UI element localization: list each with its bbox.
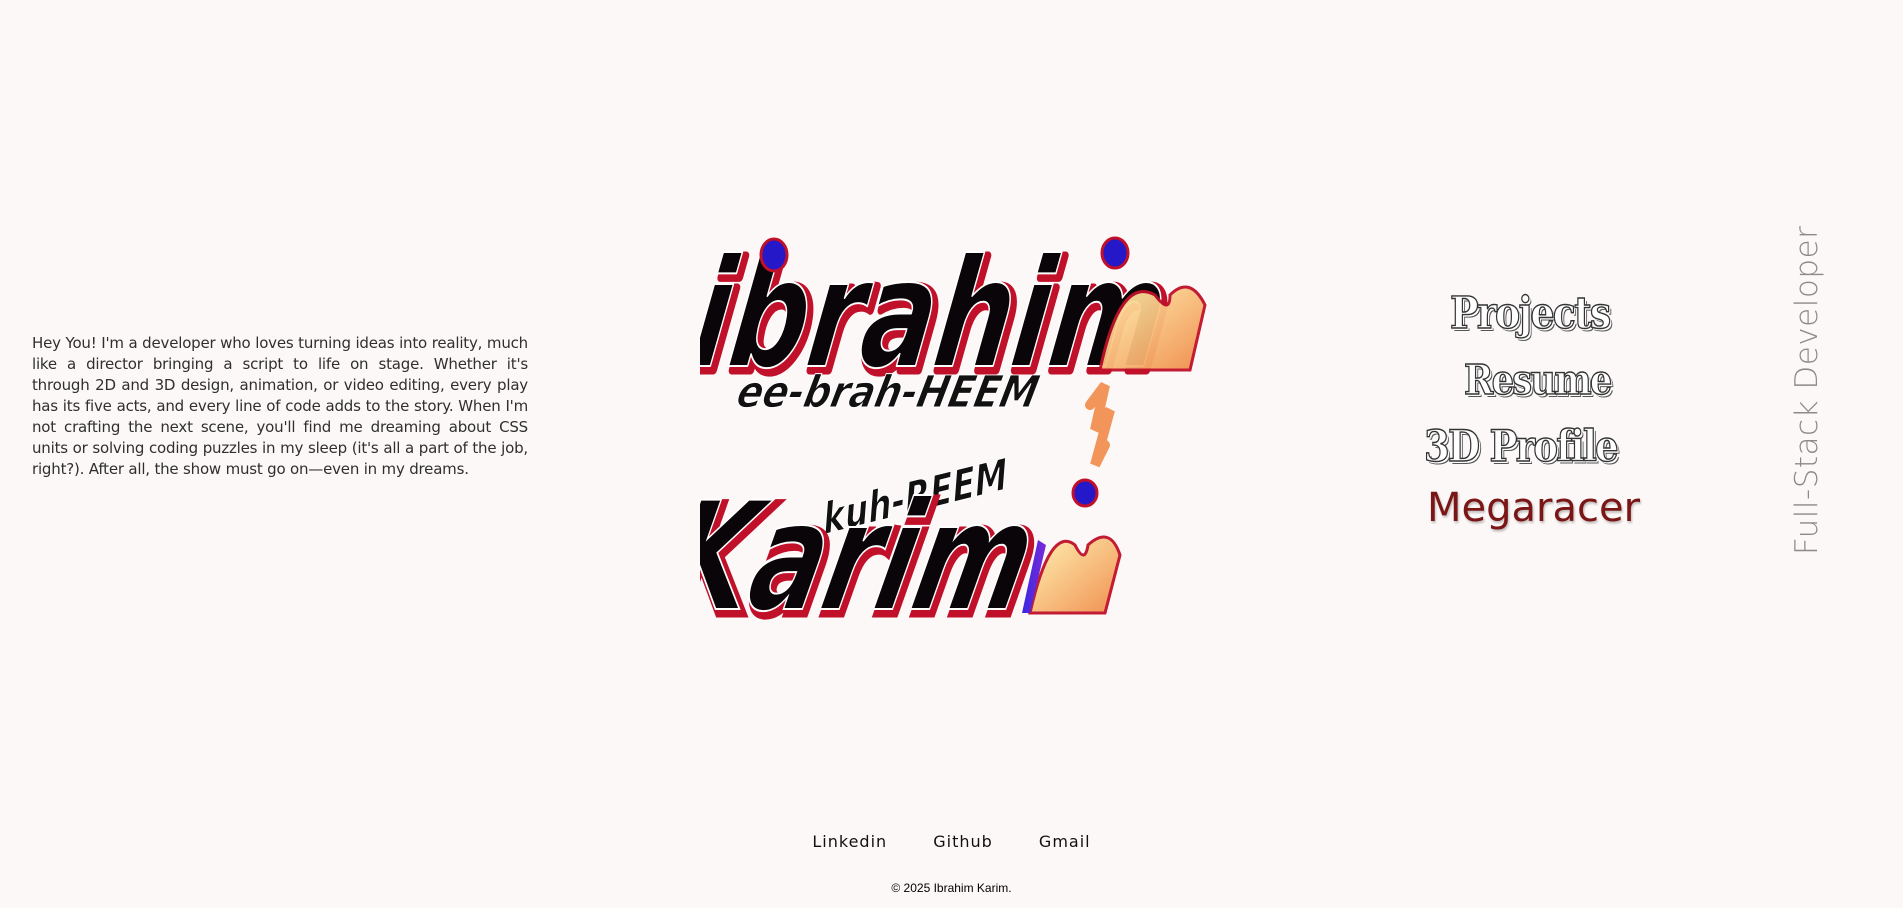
social-links: Linkedin Github Gmail — [0, 832, 1903, 851]
nav-3d-profile[interactable]: 3D Profile — [1423, 421, 1619, 472]
logo-dot-i — [759, 237, 789, 273]
nav-resume[interactable]: Resume — [1463, 355, 1613, 404]
nav-megaracer[interactable]: Megaracer — [1427, 485, 1640, 531]
logo-dot-i2 — [1100, 236, 1130, 270]
linkedin-link[interactable]: Linkedin — [812, 832, 887, 851]
copyright: © 2025 Ibrahim Karim. — [891, 881, 1012, 895]
gmail-link[interactable]: Gmail — [1039, 832, 1091, 851]
github-link[interactable]: Github — [933, 832, 993, 851]
bio-paragraph: Hey You! I'm a developer who loves turni… — [32, 334, 528, 478]
logo-m-flourish — [1085, 382, 1115, 468]
nav-projects[interactable]: Projects — [1449, 287, 1611, 339]
logo-dot-period — [1071, 478, 1099, 508]
logo-first-pronunciation: ee-brah-HEEM — [733, 367, 1044, 417]
svg-text:Karim: Karim — [700, 470, 1050, 635]
logo-last-name: Karim Karim — [700, 469, 1057, 635]
name-logo: ibrahim ibrahim ee-brah-HEEM kuh-REEM Ka… — [700, 226, 1207, 635]
main-nav: Projects Resume 3D Profile Megaracer — [1400, 280, 1660, 540]
tagline: Full-Stack Developer — [1789, 225, 1825, 555]
